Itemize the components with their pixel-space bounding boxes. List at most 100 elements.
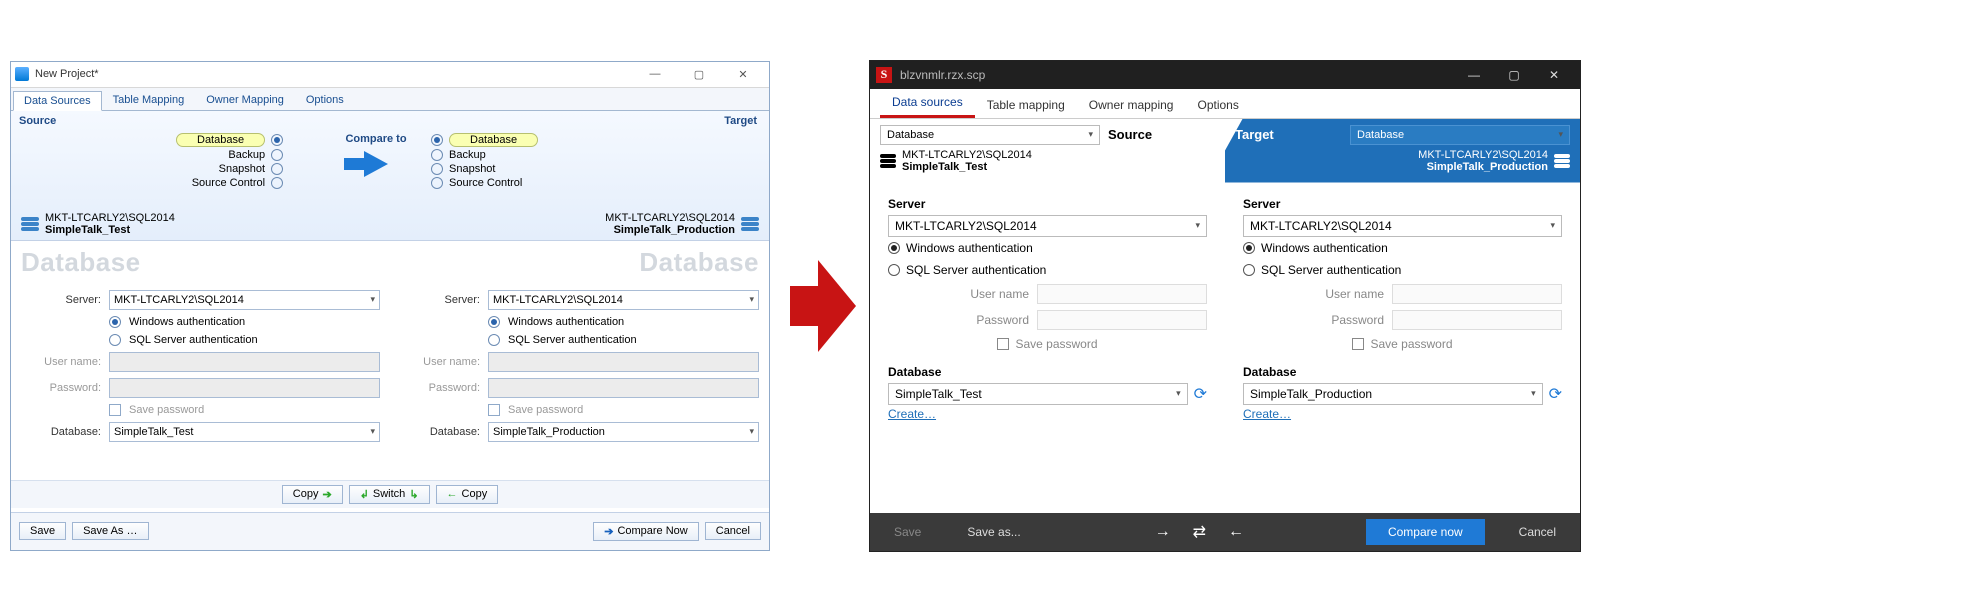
database-value: SimpleTalk_Production	[1250, 387, 1372, 401]
tab-owner-mapping[interactable]: Owner Mapping	[195, 90, 295, 110]
database-combobox[interactable]: SimpleTalk_Test ▾	[888, 383, 1188, 405]
auth-windows-radio[interactable]	[488, 316, 500, 328]
username-label: User name	[1325, 287, 1384, 301]
save-password-check[interactable]	[997, 338, 1009, 350]
new-dialog: S blzvnmlr.rzx.scp — ▢ ✕ Data sources Ta…	[870, 61, 1580, 551]
compare-now-button[interactable]: ➔Compare Now	[593, 522, 699, 541]
database-value: SimpleTalk_Test	[895, 387, 982, 401]
minimize-button[interactable]: —	[1454, 61, 1494, 89]
chevron-down-icon: ▾	[1176, 388, 1181, 399]
old-dialog: New Project* — ▢ ✕ Data Sources Table Ma…	[10, 61, 770, 551]
refresh-icon[interactable]: ⟳	[1194, 384, 1207, 404]
radio-source-control-t[interactable]	[431, 177, 443, 189]
radio-snapshot-t[interactable]	[431, 163, 443, 175]
save-password-check[interactable]	[109, 404, 121, 416]
create-link[interactable]: Create…	[888, 407, 1207, 421]
save-button[interactable]: Save	[882, 521, 933, 543]
server-combobox[interactable]: MKT-LTCARLY2\SQL2014▾	[488, 290, 759, 310]
auth-sql-label: SQL Server authentication	[129, 334, 258, 346]
maximize-button[interactable]: ▢	[1494, 61, 1534, 89]
save-button[interactable]: Save	[19, 522, 66, 540]
server-combobox[interactable]: MKT-LTCARLY2\SQL2014▾	[109, 290, 380, 310]
tab-table-mapping[interactable]: Table Mapping	[102, 90, 196, 110]
server-combobox[interactable]: MKT-LTCARLY2\SQL2014▾	[888, 215, 1207, 237]
chevron-down-icon: ▾	[1195, 220, 1200, 231]
database-label: Database	[1243, 365, 1562, 379]
radio-snapshot[interactable]	[271, 163, 283, 175]
source-panel: Server MKT-LTCARLY2\SQL2014▾ Windows aut…	[870, 183, 1225, 513]
chevron-down-icon: ▾	[370, 294, 375, 305]
save-as-label: Save As …	[83, 525, 137, 537]
auth-sql-radio[interactable]	[1243, 264, 1255, 276]
chevron-down-icon: ▾	[1550, 220, 1555, 231]
database-label: Database:	[21, 426, 101, 438]
chevron-down-icon: ▾	[749, 294, 754, 305]
copy-left-button[interactable]: ←Copy	[436, 485, 499, 504]
switch-button[interactable]: ↲Switch↳	[349, 485, 430, 504]
save-password-check[interactable]	[488, 404, 500, 416]
target-banner: Target Database▾ MKT-LTCARLY2\SQL2014 Si…	[1225, 119, 1580, 183]
auth-sql-radio[interactable]	[488, 334, 500, 346]
cancel-button[interactable]: Cancel	[1507, 521, 1568, 543]
target-server-text: MKT-LTCARLY2\SQL2014	[1418, 149, 1548, 161]
maximize-button[interactable]: ▢	[677, 61, 721, 87]
copy-label: Copy	[462, 488, 488, 500]
source-type-select[interactable]: Database▾	[880, 125, 1100, 145]
save-as-button[interactable]: Save As …	[72, 522, 148, 540]
copy-left-button[interactable]: ←	[1228, 523, 1244, 541]
chevron-down-icon: ▾	[1531, 388, 1536, 399]
cancel-button[interactable]: Cancel	[705, 522, 761, 540]
auth-sql-radio[interactable]	[109, 334, 121, 346]
big-database-label: Database	[400, 247, 759, 278]
radio-source-control[interactable]	[271, 177, 283, 189]
tab-owner-mapping[interactable]: Owner mapping	[1077, 92, 1186, 118]
username-input	[488, 352, 759, 372]
auth-windows-label: Windows authentication	[508, 316, 624, 328]
database-combobox[interactable]: SimpleTalk_Production ▾	[1243, 383, 1543, 405]
auth-windows-radio[interactable]	[109, 316, 121, 328]
swap-button[interactable]: ⇄	[1193, 522, 1206, 542]
auth-windows-radio[interactable]	[888, 242, 900, 254]
username-label: User name	[970, 287, 1029, 301]
database-combobox[interactable]: SimpleTalk_Test▾	[109, 422, 380, 442]
copy-right-button[interactable]: →	[1155, 523, 1171, 541]
save-label: Save	[894, 525, 921, 539]
database-label: Database:	[400, 426, 480, 438]
server-combobox[interactable]: MKT-LTCARLY2\SQL2014 ▾	[1243, 215, 1562, 237]
database-combobox[interactable]: SimpleTalk_Production▾	[488, 422, 759, 442]
server-label: Server	[888, 197, 1207, 211]
radio-backup-t[interactable]	[431, 149, 443, 161]
auth-sql-radio[interactable]	[888, 264, 900, 276]
tab-options[interactable]: Options	[295, 90, 355, 110]
target-type-select[interactable]: Database▾	[1350, 125, 1570, 145]
source-db-text: SimpleTalk_Test	[902, 161, 1032, 173]
auth-windows-label: Windows authentication	[1261, 241, 1388, 255]
close-button[interactable]: ✕	[721, 61, 765, 87]
create-link[interactable]: Create…	[1243, 407, 1562, 421]
username-input	[1037, 284, 1207, 304]
old-window-title: New Project*	[35, 68, 99, 80]
tab-data-sources[interactable]: Data sources	[880, 89, 975, 118]
compare-now-label: Compare now	[1388, 525, 1463, 539]
cancel-label: Cancel	[1519, 525, 1556, 539]
copy-right-button[interactable]: Copy➔	[282, 485, 343, 504]
password-input	[1037, 310, 1207, 330]
refresh-icon[interactable]: ⟳	[1549, 384, 1562, 404]
save-as-button[interactable]: Save as...	[955, 521, 1032, 543]
tab-table-mapping[interactable]: Table mapping	[975, 92, 1077, 118]
auth-sql-label: SQL Server authentication	[1261, 263, 1401, 277]
tab-data-sources[interactable]: Data Sources	[13, 91, 102, 111]
radio-database-t[interactable]	[431, 134, 443, 146]
close-button[interactable]: ✕	[1534, 61, 1574, 89]
target-db-text: SimpleTalk_Production	[605, 224, 735, 236]
compare-now-button[interactable]: Compare now	[1366, 519, 1485, 545]
tab-options[interactable]: Options	[1185, 92, 1250, 118]
save-password-check[interactable]	[1352, 338, 1364, 350]
radio-source-control-label: Source Control	[192, 177, 265, 189]
radio-database[interactable]	[271, 134, 283, 146]
minimize-button[interactable]: —	[633, 61, 677, 87]
auth-windows-radio[interactable]	[1243, 242, 1255, 254]
server-value: MKT-LTCARLY2\SQL2014	[1250, 219, 1392, 233]
radio-backup[interactable]	[271, 149, 283, 161]
database-icon	[880, 154, 896, 168]
